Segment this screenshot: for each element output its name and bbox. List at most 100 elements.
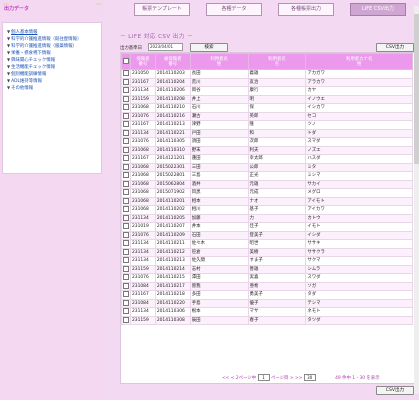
row-checkbox-cell[interactable] (121, 273, 131, 283)
table-row[interactable]: 231134 2014110211 佐々木 昭世 ササキ (121, 239, 413, 249)
row-checkbox-cell[interactable] (121, 69, 131, 79)
row-checkbox-cell[interactable] (121, 196, 131, 206)
row-checkbox[interactable] (123, 257, 129, 263)
table-row[interactable]: 231159 2014110214 志村 善雄 シムラ (121, 264, 413, 274)
row-checkbox[interactable] (123, 274, 129, 280)
prev-page-link[interactable]: < (231, 376, 235, 381)
row-checkbox[interactable] (123, 163, 129, 170)
table-row[interactable]: 231167 2014110213 津野隆ツノ (121, 120, 413, 130)
row-checkbox-cell[interactable] (121, 247, 131, 257)
row-checkbox-cell[interactable] (121, 86, 131, 96)
row-checkbox-cell[interactable] (121, 94, 131, 104)
table-row[interactable]: 231076 2014110305 須田 次郎 スマダ (121, 137, 413, 147)
row-checkbox-cell[interactable] (121, 290, 131, 300)
table-row[interactable]: 231068 2015071902 目黒 元成 メグロ (121, 188, 413, 198)
row-checkbox[interactable] (123, 146, 129, 153)
table-row[interactable]: 231134 2014110206 岡谷 康行 カヤ (121, 86, 413, 96)
table-row[interactable]: 231084 2014110217 曽我 亜希 ソガ (121, 281, 413, 291)
table-row[interactable]: 231068 2014110201 相本 ナオ アイモト (121, 196, 413, 206)
table-row[interactable]: 231167 2014110218 多田 勇美子 タダ (121, 290, 413, 300)
table-row[interactable]: 231068 2015062804 酒井 元雄 サカイ (121, 179, 413, 189)
table-row[interactable]: 231167 2014110204 荒川 友治 アラカワ (121, 77, 413, 87)
row-checkbox[interactable] (123, 87, 129, 93)
row-checkbox-cell[interactable] (121, 213, 131, 223)
row-checkbox-cell[interactable] (121, 205, 131, 215)
tab-3[interactable]: 各種帳票出力 (278, 3, 334, 16)
row-checkbox-cell[interactable] (121, 222, 131, 232)
table-row[interactable]: 231068 2014110210 石川保イシカワ (121, 103, 413, 113)
row-checkbox[interactable] (123, 121, 129, 127)
row-checkbox[interactable] (123, 291, 129, 297)
row-checkbox[interactable] (123, 223, 129, 229)
page-scrollbar[interactable] (414, 6, 419, 394)
sidebar-item[interactable]: ▼興味関心チェック情報 (7, 56, 81, 63)
table-row[interactable]: 231076 2014110215 澤田 実喜 スワダ (121, 273, 413, 283)
table-row[interactable]: 231068 2014110310 野末 利夫 ノズエ (121, 145, 413, 155)
sidebar-item[interactable]: ▼その他情報 (7, 84, 81, 91)
table-row[interactable]: 231068 2014110202 相川 基子 アイカワ (121, 205, 413, 215)
row-checkbox-cell[interactable] (121, 256, 131, 266)
table-row[interactable]: 231050 2014110203 長田 義雄 アカガワ (121, 69, 413, 79)
sidebar-item[interactable]: ▼個別機能訓練情報 (7, 70, 81, 77)
row-checkbox-cell[interactable] (121, 179, 131, 189)
row-checkbox[interactable] (123, 231, 129, 238)
row-checkbox-cell[interactable] (121, 162, 131, 172)
row-checkbox[interactable] (123, 240, 129, 246)
row-checkbox[interactable] (123, 316, 129, 323)
row-checkbox-cell[interactable] (121, 77, 131, 87)
row-checkbox-cell[interactable] (121, 239, 131, 249)
row-checkbox-cell[interactable] (121, 230, 131, 240)
row-checkbox[interactable] (123, 206, 129, 212)
row-checkbox[interactable] (123, 197, 129, 204)
sidebar-item[interactable]: ▼個人基本情報 (7, 28, 81, 35)
table-row[interactable]: 231068 2015022801 三島 正光 ミシマ (121, 171, 413, 181)
table-row[interactable]: 231159 2014110208 井上明イノウエ (121, 94, 413, 104)
row-checkbox-cell[interactable] (121, 154, 131, 164)
row-checkbox[interactable] (123, 129, 129, 136)
tab-1[interactable]: 帳票テンプレート (134, 3, 190, 16)
sidebar-item[interactable]: ▼生活機能チェック情報 (7, 63, 81, 70)
search-button[interactable]: 検索 (190, 43, 228, 52)
table-row[interactable]: 231076 2014110216 瀬古 英郎 セコ (121, 111, 413, 121)
select-all-header[interactable] (121, 53, 131, 70)
table-row[interactable]: 231068 2015022301 三田 公郎 ミタ (121, 162, 413, 172)
table-row[interactable]: 231134 2014110213 佐久間 すま子 サクマ (121, 256, 413, 266)
row-checkbox[interactable] (123, 78, 129, 85)
row-checkbox[interactable] (123, 70, 129, 76)
row-checkbox-cell[interactable] (121, 307, 131, 317)
select-all-checkbox[interactable] (123, 58, 129, 65)
table-row[interactable]: 231019 2014110207 井本 佳子 イモト (121, 222, 413, 232)
last-page-link[interactable]: >> (295, 376, 302, 381)
row-checkbox-cell[interactable] (121, 111, 131, 121)
row-checkbox-cell[interactable] (121, 281, 131, 291)
table-row[interactable]: 231134 2014110205 加藤力カトウ (121, 213, 413, 223)
row-checkbox[interactable] (123, 299, 129, 306)
csv-output-button-top[interactable]: CSV出力 (376, 43, 414, 52)
sidebar-item[interactable]: ▼科学的介護推進情報（既往歴情報） (7, 35, 81, 42)
table-row[interactable]: 231134 2014110212 笹倉 美樹 ササクラ (121, 247, 413, 257)
scrollbar-thumb[interactable] (414, 14, 419, 164)
row-checkbox[interactable] (123, 189, 129, 195)
table-row[interactable]: 231076 2014110209 石田 登美子 イシダ (121, 230, 413, 240)
table-row[interactable]: 231167 2014121201 蓮田 幸太郎 ハスダ (121, 154, 413, 164)
table-row[interactable]: 231134 2014110306 根本 マサ ネモト (121, 307, 413, 317)
row-checkbox[interactable] (123, 248, 129, 255)
row-checkbox[interactable] (123, 265, 129, 272)
row-checkbox[interactable] (123, 308, 129, 314)
table-row[interactable]: 231134 2014110221 戸田和トダ (121, 128, 413, 138)
table-row[interactable]: 231159 2014110308 辰田 春子 タツダ (121, 315, 413, 325)
row-checkbox[interactable] (123, 112, 129, 119)
row-checkbox[interactable] (123, 104, 129, 110)
row-checkbox[interactable] (123, 180, 129, 187)
page-number-input[interactable]: 1 (257, 374, 270, 381)
row-checkbox[interactable] (123, 155, 129, 161)
row-checkbox-cell[interactable] (121, 315, 131, 325)
row-checkbox[interactable] (123, 172, 129, 178)
row-checkbox-cell[interactable] (121, 145, 131, 155)
first-page-link[interactable]: << (222, 376, 229, 381)
row-checkbox[interactable] (123, 95, 129, 102)
row-checkbox-cell[interactable] (121, 120, 131, 130)
next-page-link[interactable]: > (290, 376, 294, 381)
sidebar-item[interactable]: ▼科学的介護推進情報（服薬情報） (7, 42, 81, 49)
row-checkbox-cell[interactable] (121, 264, 131, 274)
